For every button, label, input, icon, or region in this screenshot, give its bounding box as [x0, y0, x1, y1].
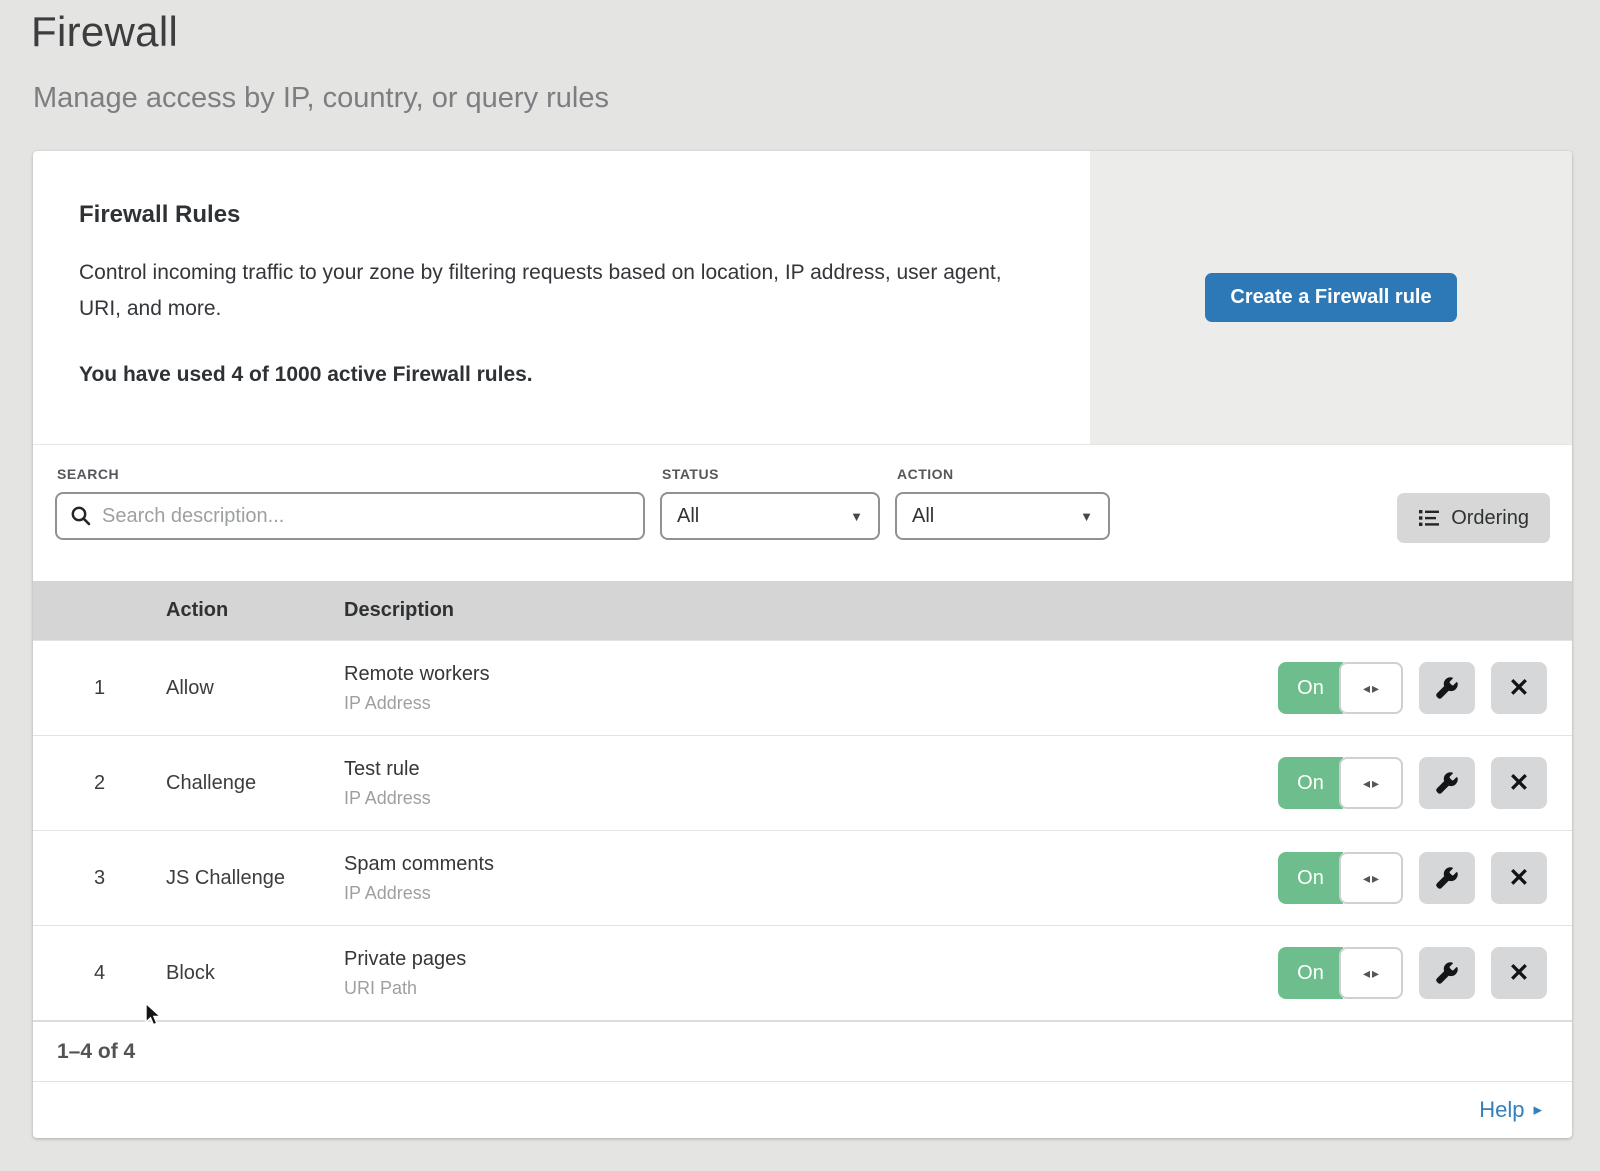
firewall-rules-card: Firewall Rules Control incoming traffic …	[33, 151, 1572, 1138]
rule-priority: 1	[33, 677, 166, 700]
close-icon: ✕	[1509, 673, 1530, 703]
ordering-button-label: Ordering	[1451, 507, 1529, 530]
ordering-button[interactable]: Ordering	[1397, 493, 1550, 543]
rule-description: Spam comments IP Address	[344, 853, 1278, 904]
wrench-icon	[1434, 960, 1460, 986]
toggle-arrows-icon: ◂▸	[1339, 662, 1403, 714]
card-footer: Help ▸	[33, 1081, 1572, 1138]
rule-enabled-toggle[interactable]: On ◂▸	[1278, 852, 1403, 904]
rule-action: Challenge	[166, 772, 344, 795]
close-icon: ✕	[1509, 958, 1530, 988]
rule-controls: On ◂▸ ✕	[1278, 757, 1572, 809]
rule-description: Test rule IP Address	[344, 758, 1278, 809]
list-icon	[1418, 508, 1440, 528]
rules-heading: Firewall Rules	[79, 201, 1030, 229]
wrench-icon	[1434, 675, 1460, 701]
rule-enabled-toggle[interactable]: On ◂▸	[1278, 662, 1403, 714]
edit-rule-button[interactable]	[1419, 757, 1475, 809]
action-column-header: Action	[166, 599, 344, 622]
chevron-down-icon: ▼	[1080, 509, 1093, 524]
rule-description-title: Remote workers	[344, 663, 1278, 686]
rule-controls: On ◂▸ ✕	[1278, 852, 1572, 904]
status-filter: STATUS All ▼	[660, 466, 880, 540]
wrench-icon	[1434, 770, 1460, 796]
page-subtitle: Manage access by IP, country, or query r…	[33, 82, 1600, 115]
rule-match-type: URI Path	[344, 978, 1278, 999]
create-firewall-rule-button[interactable]: Create a Firewall rule	[1205, 273, 1456, 322]
action-label: ACTION	[897, 466, 1110, 482]
rule-match-type: IP Address	[344, 788, 1278, 809]
toggle-arrows-icon: ◂▸	[1339, 852, 1403, 904]
rule-description: Private pages URI Path	[344, 948, 1278, 999]
toggle-arrows-icon: ◂▸	[1339, 947, 1403, 999]
edit-rule-button[interactable]	[1419, 662, 1475, 714]
delete-rule-button[interactable]: ✕	[1491, 757, 1547, 809]
table-row: 2 Challenge Test rule IP Address On ◂▸ ✕	[33, 735, 1572, 830]
rule-description: Remote workers IP Address	[344, 663, 1278, 714]
status-selected-value: All	[677, 505, 699, 528]
pagination-status: 1–4 of 4	[33, 1020, 1572, 1081]
rule-enabled-toggle[interactable]: On ◂▸	[1278, 947, 1403, 999]
chevron-down-icon: ▼	[850, 509, 863, 524]
rule-action: Allow	[166, 677, 344, 700]
help-link[interactable]: Help ▸	[1479, 1097, 1542, 1123]
page-title: Firewall	[31, 8, 1600, 56]
rule-match-type: IP Address	[344, 693, 1278, 714]
toggle-on-label: On	[1278, 852, 1343, 904]
table-row: 3 JS Challenge Spam comments IP Address …	[33, 830, 1572, 925]
delete-rule-button[interactable]: ✕	[1491, 852, 1547, 904]
delete-rule-button[interactable]: ✕	[1491, 947, 1547, 999]
toggle-on-label: On	[1278, 757, 1343, 809]
search-icon	[70, 505, 92, 527]
toggle-on-label: On	[1278, 662, 1343, 714]
rules-info-text: Firewall Rules Control incoming traffic …	[33, 151, 1090, 444]
filters-bar: SEARCH STATUS All ▼ ACTION All ▼	[33, 445, 1572, 581]
rule-description-title: Private pages	[344, 948, 1278, 971]
table-header: Action Description	[33, 581, 1572, 640]
action-select[interactable]: All ▼	[895, 492, 1110, 540]
table-row: 1 Allow Remote workers IP Address On ◂▸ …	[33, 640, 1572, 735]
help-link-label: Help	[1479, 1097, 1524, 1123]
rule-controls: On ◂▸ ✕	[1278, 947, 1572, 999]
rule-enabled-toggle[interactable]: On ◂▸	[1278, 757, 1403, 809]
status-label: STATUS	[662, 466, 880, 482]
search-input[interactable]	[102, 505, 630, 528]
search-filter: SEARCH	[55, 466, 645, 540]
create-rule-panel: Create a Firewall rule	[1090, 151, 1572, 444]
table-row: 4 Block Private pages URI Path On ◂▸ ✕	[33, 925, 1572, 1020]
rule-priority: 2	[33, 772, 166, 795]
chevron-right-icon: ▸	[1533, 1100, 1542, 1120]
action-filter: ACTION All ▼	[895, 466, 1110, 540]
toggle-on-label: On	[1278, 947, 1343, 999]
rule-action: Block	[166, 962, 344, 985]
rule-priority: 3	[33, 867, 166, 890]
search-box	[55, 492, 645, 540]
rule-priority: 4	[33, 962, 166, 985]
rule-action: JS Challenge	[166, 867, 344, 890]
edit-rule-button[interactable]	[1419, 852, 1475, 904]
rules-info-section: Firewall Rules Control incoming traffic …	[33, 151, 1572, 445]
search-label: SEARCH	[57, 466, 645, 482]
delete-rule-button[interactable]: ✕	[1491, 662, 1547, 714]
edit-rule-button[interactable]	[1419, 947, 1475, 999]
rule-match-type: IP Address	[344, 883, 1278, 904]
wrench-icon	[1434, 865, 1460, 891]
description-column-header: Description	[344, 599, 1572, 622]
rules-usage-count: You have used 4 of 1000 active Firewall …	[79, 363, 1030, 387]
rules-description: Control incoming traffic to your zone by…	[79, 255, 1030, 327]
rule-description-title: Spam comments	[344, 853, 1278, 876]
close-icon: ✕	[1509, 863, 1530, 893]
action-selected-value: All	[912, 505, 934, 528]
rule-description-title: Test rule	[344, 758, 1278, 781]
status-select[interactable]: All ▼	[660, 492, 880, 540]
rule-controls: On ◂▸ ✕	[1278, 662, 1572, 714]
toggle-arrows-icon: ◂▸	[1339, 757, 1403, 809]
close-icon: ✕	[1509, 768, 1530, 798]
